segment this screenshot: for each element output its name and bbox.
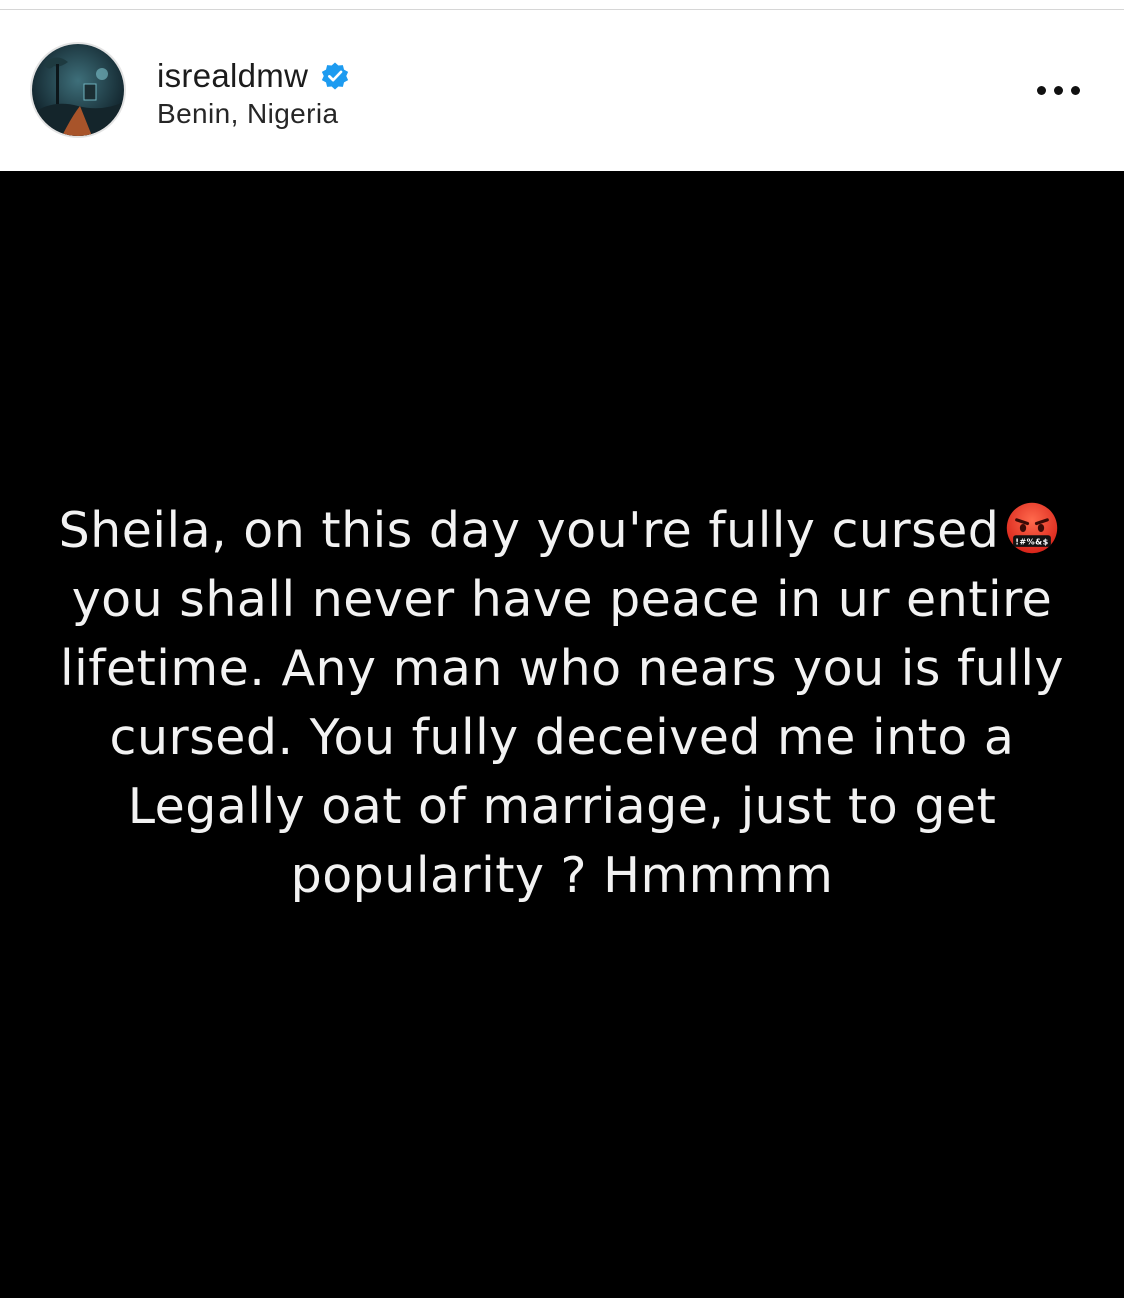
post-image[interactable]: Sheila, on this day you're fully cursed … (0, 171, 1124, 1298)
verified-badge-icon (322, 62, 349, 90)
more-dot (1053, 85, 1063, 95)
avatar[interactable] (30, 42, 126, 138)
avatar-image (32, 44, 124, 136)
caption-part-2: you shall never have peace in ur entire … (59, 571, 1065, 904)
post-header: isrealdmw Benin, Nigeria (0, 10, 1124, 171)
username-row: isrealdmw (157, 56, 350, 96)
caption-part-1: Sheila, on this day you're fully cursed (58, 502, 1000, 559)
location-label[interactable]: Benin, Nigeria (157, 98, 338, 130)
post-caption-text: Sheila, on this day you're fully cursed … (40, 496, 1084, 910)
face-with-symbols-on-mouth-icon: !#%&$ (1007, 502, 1058, 554)
more-options-icon[interactable] (1028, 74, 1088, 106)
more-dot (1036, 85, 1046, 95)
top-divider (0, 0, 1124, 10)
emoji-symbols: !#%&$ (1016, 537, 1049, 547)
username[interactable]: isrealdmw (157, 57, 308, 95)
more-dot (1070, 85, 1080, 95)
